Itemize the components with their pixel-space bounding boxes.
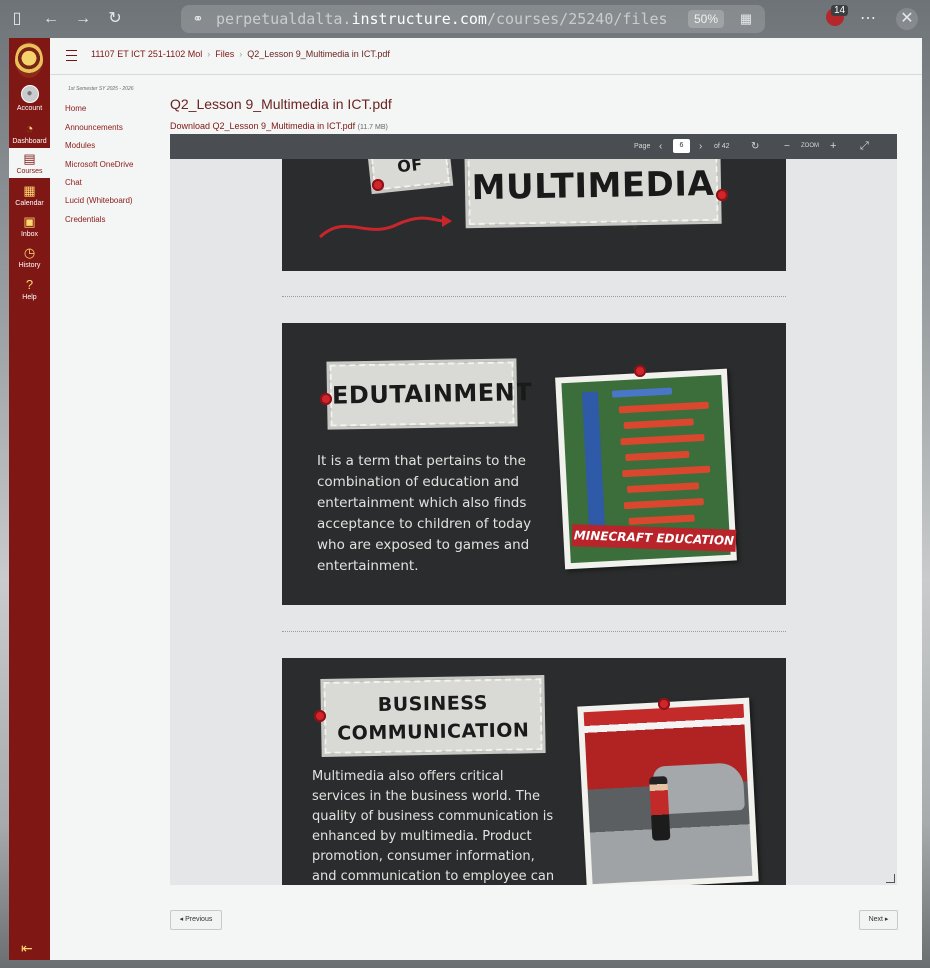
resize-handle-icon[interactable]	[886, 874, 895, 883]
nav-account[interactable]: ● Account	[9, 85, 50, 112]
nav-dashboard[interactable]: ◔ Dashboard	[9, 121, 50, 146]
close-icon[interactable]: ✕	[896, 8, 918, 30]
pushpin-icon	[314, 710, 326, 722]
course-nav-lucid[interactable]: Lucid (Whiteboard)	[65, 196, 133, 205]
fullscreen-icon[interactable]: ⤢	[860, 134, 869, 159]
global-nav: ● Account ◔ Dashboard ▤ Courses ▦ Calend…	[9, 38, 50, 960]
pushpin-icon	[716, 189, 728, 201]
course-nav-onedrive[interactable]: Microsoft OneDrive	[65, 160, 133, 169]
zoom-label: ZOOM	[801, 143, 819, 149]
pushpin-icon	[372, 179, 384, 191]
url-text[interactable]: perpetualdalta.instructure.com/courses/2…	[216, 5, 681, 33]
sidebar-toggle-icon[interactable]: ▯	[6, 8, 28, 30]
course-nav-modules[interactable]: Modules	[65, 141, 95, 150]
breadcrumb-files[interactable]: Files	[215, 49, 234, 59]
page-total: of 42	[714, 143, 730, 150]
address-bar[interactable]: ⚭ perpetualdalta.instructure.com/courses…	[181, 5, 765, 33]
previous-button[interactable]: ◂ Previous	[170, 910, 222, 930]
page-separator	[282, 631, 786, 632]
school-logo[interactable]	[15, 42, 43, 78]
course-nav-credentials[interactable]: Credentials	[65, 215, 105, 224]
breadcrumb: 11107 ET ICT 251-1102 Mol › Files › Q2_Lesso…	[91, 49, 390, 59]
slide-body: It is a term that pertains to the combin…	[317, 453, 532, 574]
courses-icon: ▤	[23, 151, 36, 166]
help-icon: ?	[25, 277, 34, 292]
nav-calendar[interactable]: ▦ Calendar	[9, 183, 50, 208]
calendar-icon: ▦	[23, 183, 36, 198]
pdf-page-7: BUSINESS COMMUNICATION Multimedia also o…	[282, 658, 786, 885]
pushpin-icon	[320, 393, 332, 405]
slide-body: Multimedia also offers critical services…	[312, 769, 555, 884]
breadcrumb-file: Q2_Lesson 9_Multimedia in ICT.pdf	[247, 49, 390, 59]
back-icon[interactable]: ←	[40, 8, 62, 30]
history-icon: ◷	[23, 245, 36, 260]
slide-title: MULTIMEDIA	[464, 159, 722, 229]
nav-help[interactable]: ? Help	[9, 277, 50, 302]
zoom-indicator[interactable]: 50%	[688, 10, 724, 28]
reader-mode-icon[interactable]: ▦	[735, 8, 757, 30]
dashboard-icon: ◔	[25, 121, 34, 136]
avatar-icon: ●	[20, 85, 39, 103]
page-label: Page	[634, 143, 651, 150]
browser-toolbar: ▯ ← → ↻ ⚭ perpetualdalta.instructure.com…	[0, 0, 930, 38]
slide-title: BUSINESS COMMUNICATION	[320, 674, 546, 758]
canvas-window: ● Account ◔ Dashboard ▤ Courses ▦ Calend…	[9, 38, 922, 960]
next-button[interactable]: Next ▸	[859, 910, 898, 930]
page-separator	[282, 296, 786, 297]
collapse-nav-icon[interactable]: ⇤	[21, 940, 33, 957]
extension-badge: 14	[831, 5, 849, 16]
nav-inbox[interactable]: ▣ Inbox	[9, 214, 50, 239]
arrow-icon	[318, 215, 452, 239]
store-photo	[577, 697, 759, 885]
page-number-input[interactable]: 6	[673, 139, 690, 153]
reload-icon[interactable]: ↻	[104, 8, 126, 30]
pushpin-icon	[634, 365, 646, 377]
nav-history[interactable]: ◷ History	[9, 245, 50, 270]
download-link[interactable]: Download Q2_Lesson 9_Multimedia in ICT.p…	[170, 121, 388, 131]
pdf-page-6: EDUTAINMENT It is a term that pertains t…	[282, 323, 786, 605]
breadcrumb-bar: 11107 ET ICT 251-1102 Mol › Files › Q2_Lesso…	[50, 38, 922, 75]
nav-courses[interactable]: ▤ Courses	[9, 148, 50, 178]
course-nav-announcements[interactable]: Announcements	[65, 123, 123, 132]
site-info-icon[interactable]: ⚭	[187, 8, 209, 30]
pdf-toolbar: Page ‹ 6 › of 42 ↻ − ZOOM + ⤢	[170, 134, 897, 159]
inbox-icon: ▣	[23, 214, 36, 229]
file-size: (11.7 MB)	[357, 124, 388, 131]
person-image	[649, 776, 671, 841]
semester-label: 1st Semester SY 2025 - 2026	[68, 86, 134, 92]
prev-page-icon[interactable]: ‹	[659, 134, 662, 159]
pushpin-icon	[658, 698, 670, 710]
pdf-viewer[interactable]: Page ‹ 6 › of 42 ↻ − ZOOM + ⤢ OF MULTIME…	[170, 134, 897, 885]
pdf-page-5: OF MULTIMEDIA	[282, 159, 786, 271]
forward-icon[interactable]: →	[72, 8, 94, 30]
page-title: Q2_Lesson 9_Multimedia in ICT.pdf	[170, 96, 392, 112]
zoom-in-icon[interactable]: +	[830, 134, 836, 159]
course-nav-home[interactable]: Home	[65, 104, 86, 113]
hamburger-menu-icon[interactable]	[66, 50, 77, 61]
more-menu-icon[interactable]: ⋯	[857, 8, 879, 30]
slide-title: EDUTAINMENT	[326, 358, 532, 430]
course-nav-chat[interactable]: Chat	[65, 178, 82, 187]
breadcrumb-course[interactable]: 11107 ET ICT 251-1102 Mol	[91, 49, 202, 59]
rotate-icon[interactable]: ↻	[751, 134, 759, 159]
zoom-out-icon[interactable]: −	[784, 134, 790, 159]
next-page-icon[interactable]: ›	[699, 134, 702, 159]
